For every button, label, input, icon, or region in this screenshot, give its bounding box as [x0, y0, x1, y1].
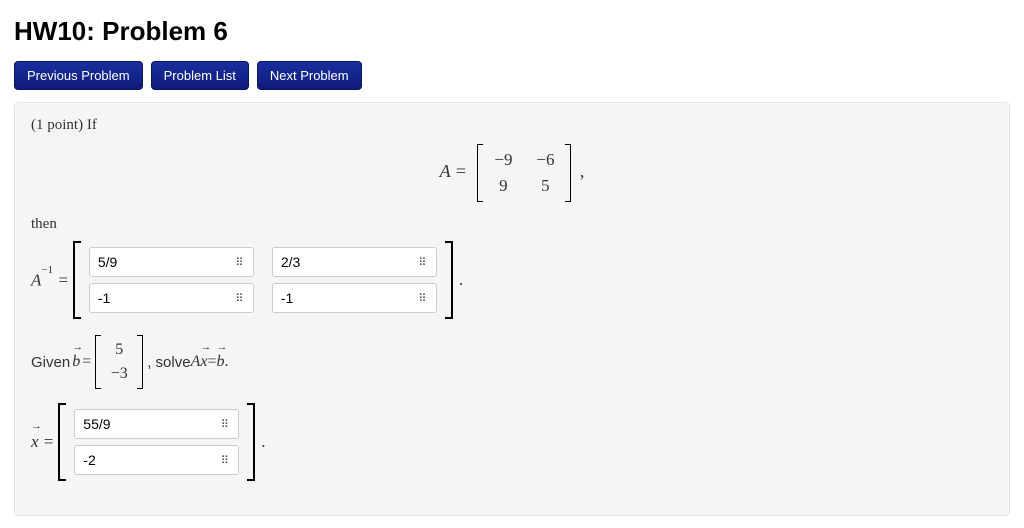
- keypad-icon[interactable]: ⠿: [211, 445, 239, 475]
- previous-problem-button[interactable]: Previous Problem: [14, 61, 143, 90]
- solve-text: , solve: [147, 354, 190, 371]
- a-cell-0-1: −6: [533, 150, 557, 170]
- keypad-icon[interactable]: ⠿: [226, 283, 254, 313]
- matrix-a-label: A =: [440, 161, 467, 181]
- then-text: then: [31, 216, 993, 233]
- a-inverse-equals: =: [53, 270, 69, 289]
- a-inverse-label: A: [31, 270, 41, 289]
- eqn-eq: =: [207, 353, 216, 371]
- keypad-icon[interactable]: ⠿: [226, 247, 254, 277]
- ainv-input-1-0[interactable]: [89, 283, 227, 313]
- eqn-x: x: [200, 353, 207, 371]
- page-title: HW10: Problem 6: [14, 16, 1010, 47]
- b-cell-1: −3: [109, 365, 129, 383]
- keypad-icon[interactable]: ⠿: [409, 247, 437, 277]
- points-text: (1 point) If: [31, 117, 993, 134]
- ainv-trail: .: [453, 270, 463, 290]
- given-line: Given b = 5 −3 , solve A x = b .: [31, 335, 993, 389]
- keypad-icon[interactable]: ⠿: [409, 283, 437, 313]
- keypad-icon[interactable]: ⠿: [211, 409, 239, 439]
- next-problem-button[interactable]: Next Problem: [257, 61, 362, 90]
- eqn-a: A: [191, 353, 201, 371]
- b-vector-label: b: [72, 353, 80, 371]
- a-inverse-sup: −1: [41, 264, 53, 276]
- a-cell-1-0: 9: [491, 176, 515, 196]
- ainv-input-0-0[interactable]: [89, 247, 227, 277]
- a-cell-0-0: −9: [491, 150, 515, 170]
- problem-body: (1 point) If A = −9 −6 9 5 , then A−1 =: [14, 102, 1010, 516]
- problem-list-button[interactable]: Problem List: [151, 61, 249, 90]
- x-equals: =: [39, 432, 55, 451]
- a-cell-1-1: 5: [533, 176, 557, 196]
- eqn-b: b: [217, 353, 225, 371]
- a-inverse-row: A−1 = ⠿ ⠿ ⠿ ⠿: [31, 241, 993, 319]
- ainv-input-1-1[interactable]: [272, 283, 410, 313]
- x-input-1[interactable]: [74, 445, 212, 475]
- given-prefix: Given: [31, 354, 70, 371]
- b-cell-0: 5: [109, 341, 129, 359]
- ainv-input-0-1[interactable]: [272, 247, 410, 277]
- x-input-0[interactable]: [74, 409, 212, 439]
- matrix-a-definition: A = −9 −6 9 5 ,: [31, 144, 993, 202]
- x-answer-row: x = ⠿ ⠿ .: [31, 403, 993, 481]
- x-trail: .: [255, 432, 265, 452]
- matrix-a-trail: ,: [580, 161, 585, 181]
- given-trail: .: [225, 353, 229, 371]
- x-vector-label: x: [31, 432, 39, 452]
- nav-button-row: Previous Problem Problem List Next Probl…: [14, 61, 1010, 90]
- given-equals: =: [82, 353, 91, 371]
